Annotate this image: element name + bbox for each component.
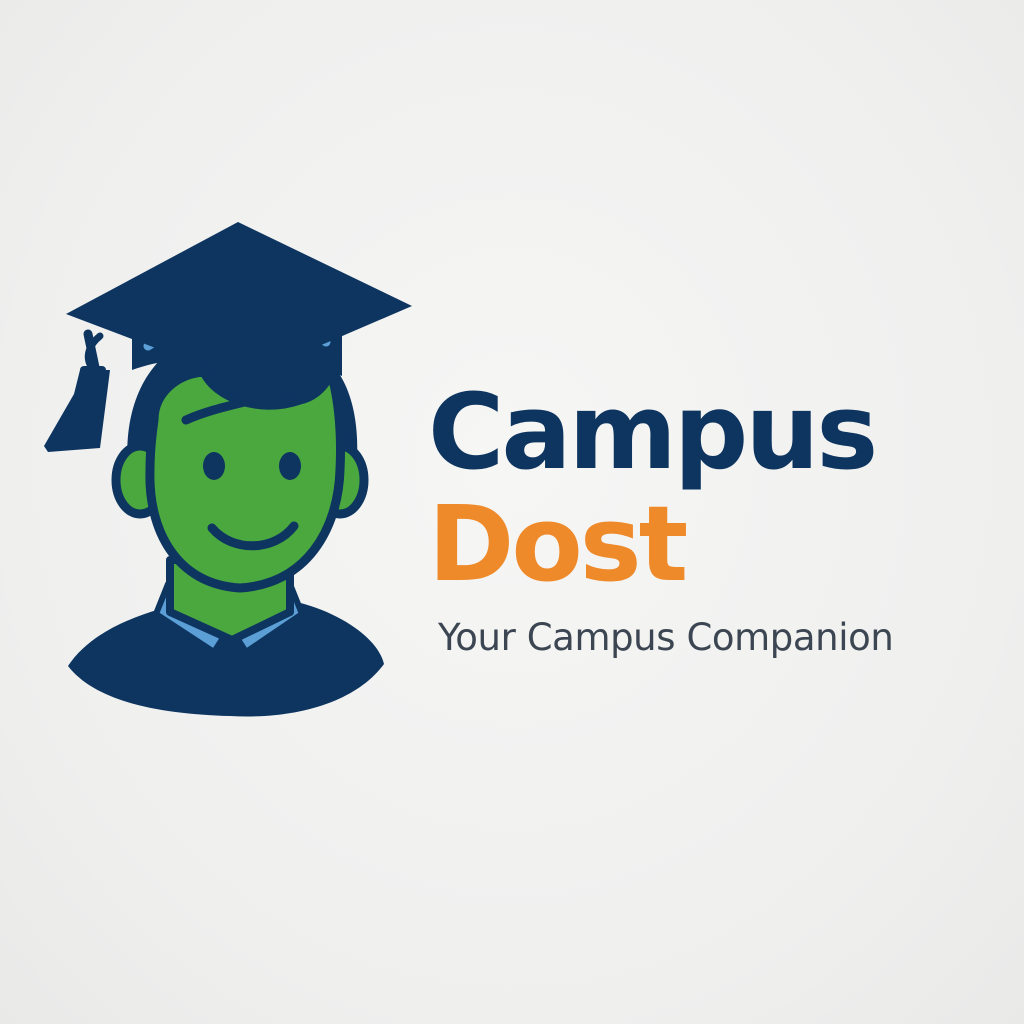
brand-name-dost: Dost [428,483,688,605]
wordmark: Campus Dost Your Campus Companion [428,372,988,682]
logo-canvas: Campus Dost Your Campus Companion [0,0,1024,1024]
tassel-knot [80,366,106,380]
graduate-mascot-icon [44,222,412,717]
right-eye-shape [279,452,301,480]
tagline: Your Campus Companion [438,616,894,659]
tassel-shape [44,370,110,452]
cap-board-shape [66,222,412,380]
left-eye-shape [203,452,225,480]
brand-name-campus: Campus [428,371,878,493]
